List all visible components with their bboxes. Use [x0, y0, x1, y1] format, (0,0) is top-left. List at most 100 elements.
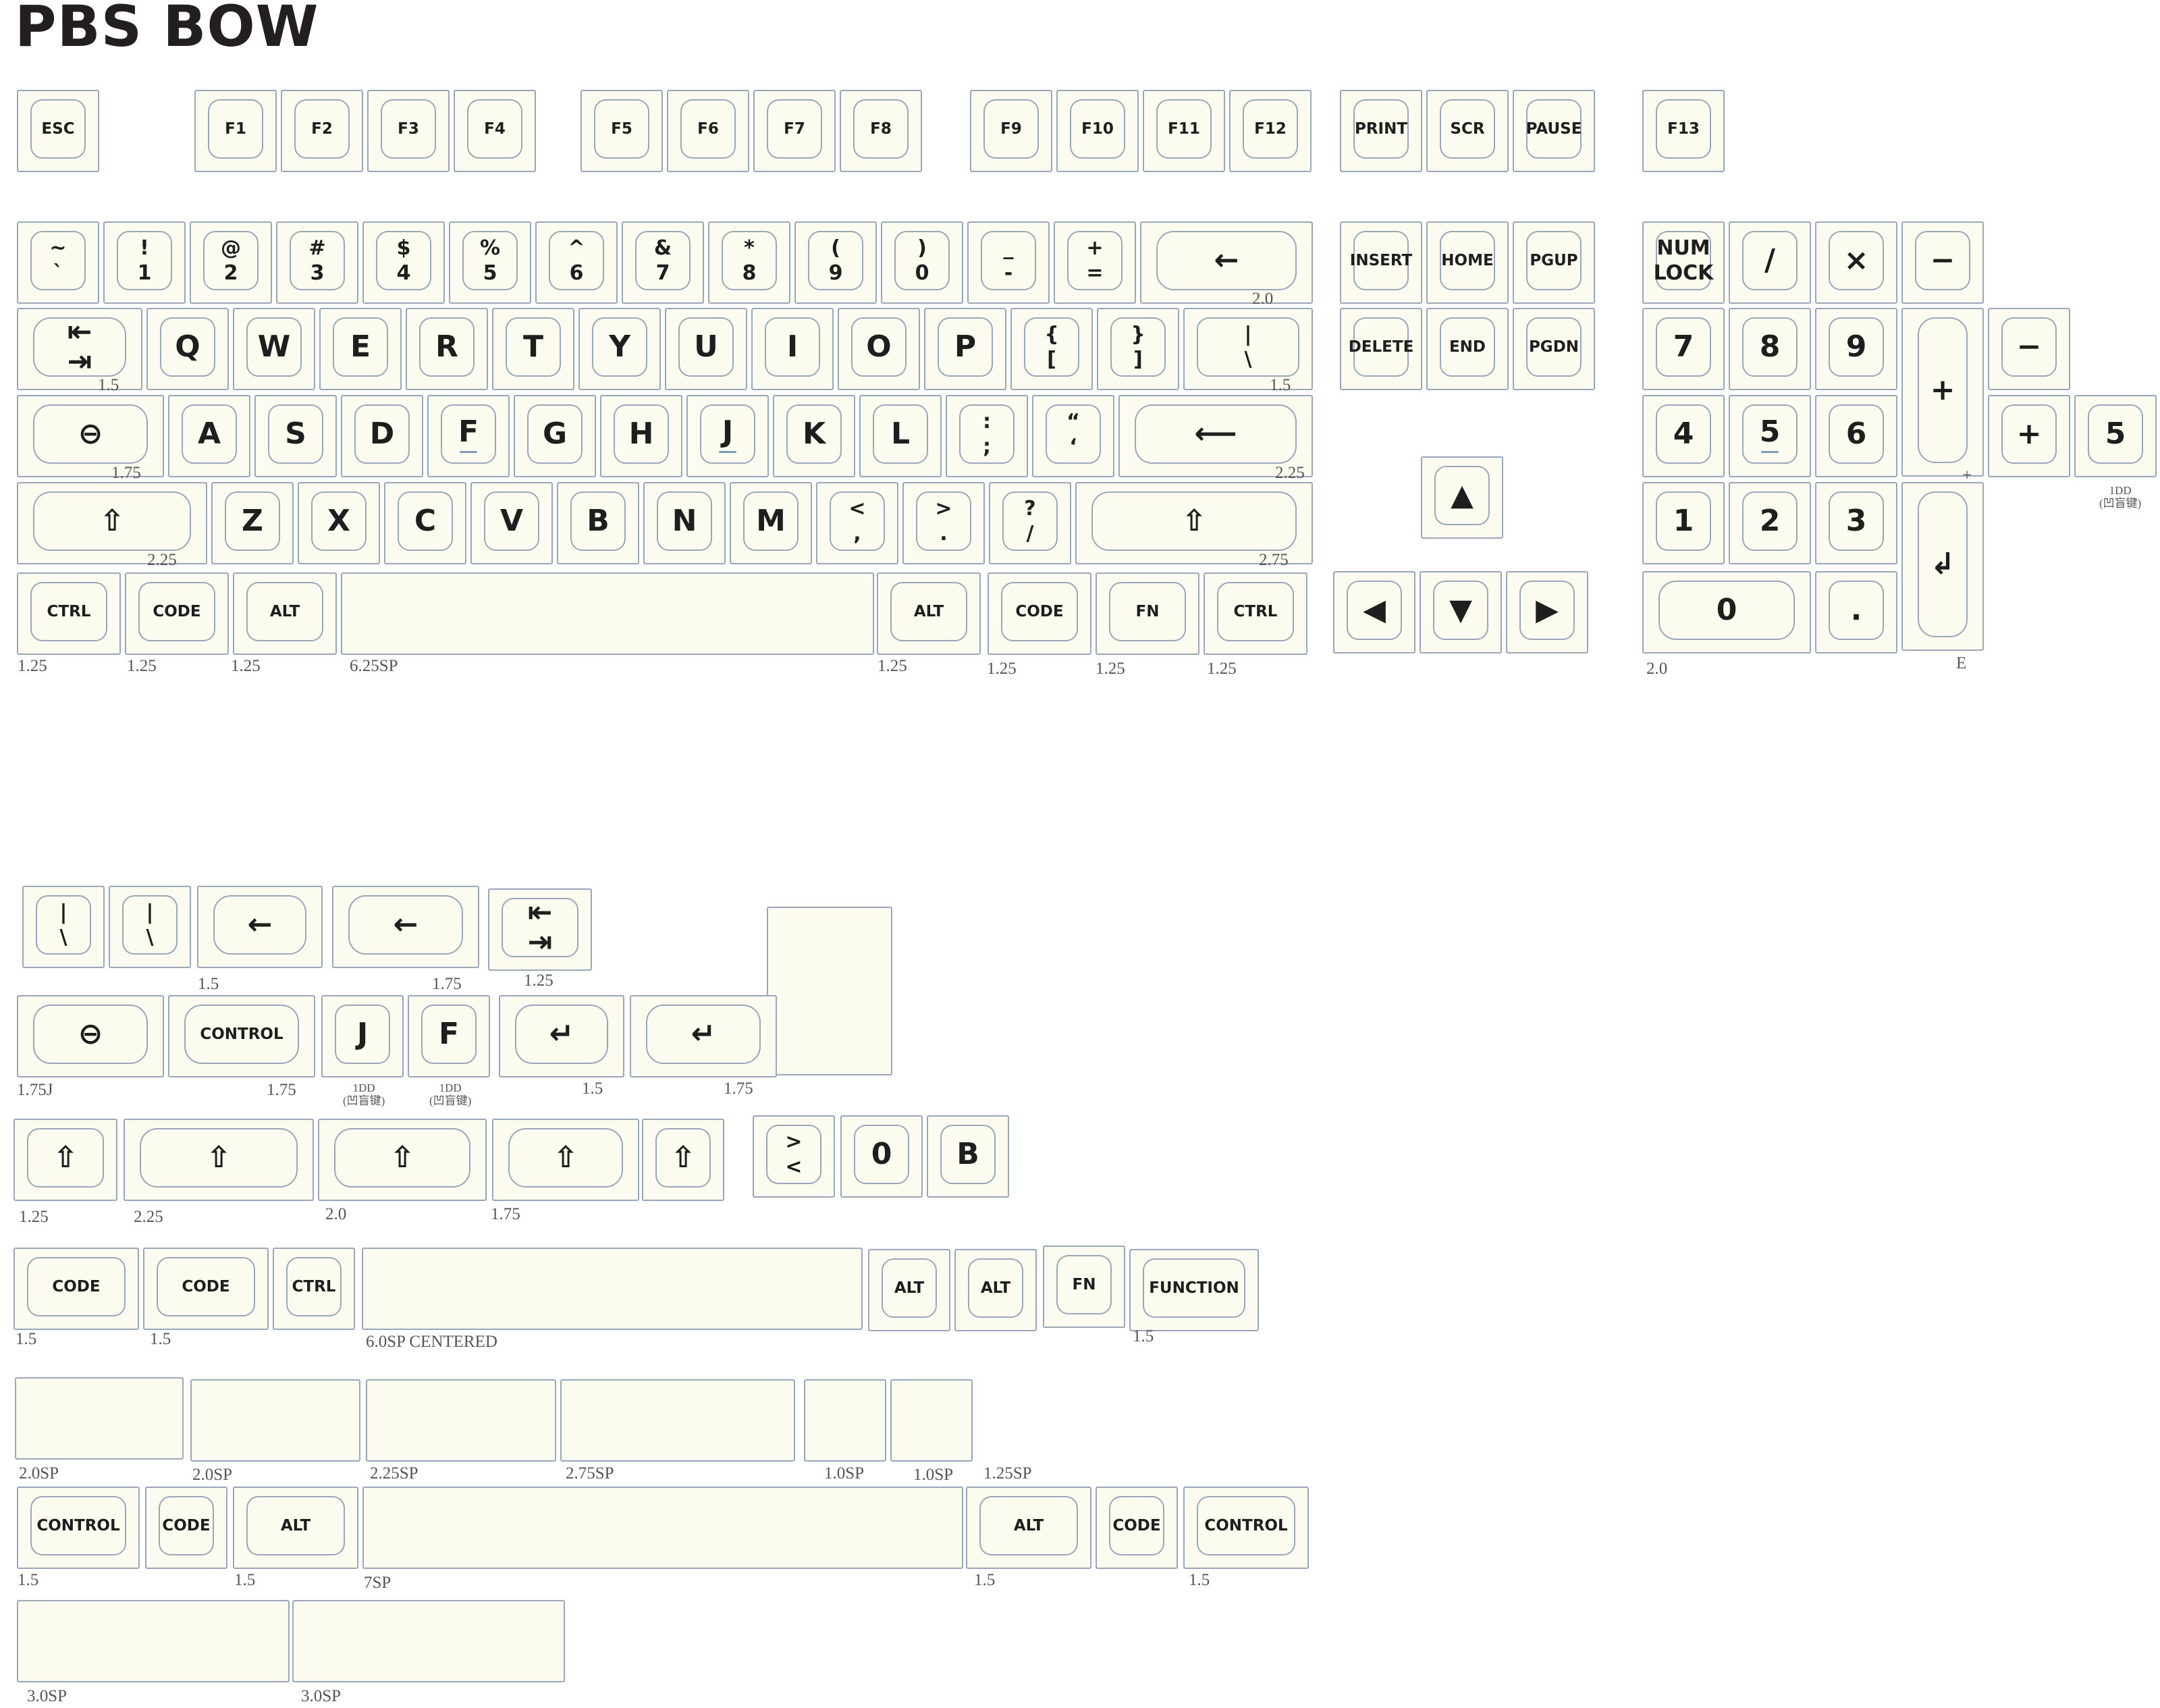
period-key[interactable]: . — [1815, 571, 1897, 653]
arrow-left-key[interactable]: ◀ — [1333, 571, 1415, 653]
pgup-key[interactable]: PGUP — [1513, 221, 1595, 304]
l-key[interactable]: L — [859, 395, 942, 477]
d-key[interactable]: D — [341, 395, 423, 477]
2-key[interactable]: 2 — [1729, 482, 1811, 564]
plus-key-2[interactable]: + — [1901, 308, 1984, 477]
5-key-2[interactable]: 5 — [2074, 395, 2157, 477]
e-key[interactable]: E — [319, 308, 402, 390]
lparen-key[interactable]: (9 — [794, 221, 877, 304]
shift-key-7[interactable]: ⇧ — [642, 1119, 724, 1201]
t-key[interactable]: T — [492, 308, 574, 390]
w-key[interactable]: W — [233, 308, 315, 390]
colon-key[interactable]: :; — [946, 395, 1028, 477]
code-key-6[interactable]: CODE — [1096, 1487, 1178, 1569]
shift-key-4[interactable]: ⇧ — [124, 1119, 314, 1201]
arrow-right-key[interactable]: ▶ — [1506, 571, 1588, 653]
f11-key[interactable]: F11 — [1143, 90, 1225, 172]
f-key[interactable]: F — [427, 395, 510, 477]
dollar-key[interactable]: $4 — [362, 221, 445, 304]
alt-key-2[interactable]: ALT — [877, 572, 981, 655]
blank-spacebar-key-4[interactable] — [190, 1379, 360, 1462]
f13-key[interactable]: F13 — [1642, 90, 1725, 172]
f2-key[interactable]: F2 — [281, 90, 363, 172]
rbrace-key[interactable]: }] — [1097, 308, 1179, 390]
ctrl-key-3[interactable]: CTRL — [273, 1248, 355, 1330]
caret-key[interactable]: ^ 6 — [535, 221, 618, 304]
pipe-key[interactable]: | \ — [1183, 308, 1313, 390]
fn-key-2[interactable]: FN — [1043, 1246, 1125, 1328]
insert-key[interactable]: INSERT — [1340, 221, 1422, 304]
esc-key[interactable]: ESC — [17, 90, 99, 172]
fn-key[interactable]: FN — [1096, 572, 1199, 655]
f9-key[interactable]: F9 — [970, 90, 1052, 172]
7-key[interactable]: 7 — [1642, 308, 1725, 390]
g-key[interactable]: G — [514, 395, 596, 477]
control-key[interactable]: CONTROL — [168, 995, 315, 1077]
backspace-key-3[interactable]: ← — [332, 886, 479, 968]
underscore-key[interactable]: _ - — [967, 221, 1050, 304]
f1-key[interactable]: F1 — [194, 90, 277, 172]
m-key[interactable]: M — [730, 482, 812, 564]
alt-key[interactable]: ALT — [233, 572, 337, 655]
blank-spacebar-key-11[interactable] — [292, 1600, 565, 1682]
f3-key[interactable]: F3 — [367, 90, 450, 172]
backspace-key[interactable]: ← — [1140, 221, 1313, 304]
home-key[interactable]: HOME — [1426, 221, 1509, 304]
f12-key[interactable]: F12 — [1229, 90, 1312, 172]
s-key[interactable]: S — [254, 395, 337, 477]
alt-key-5[interactable]: ALT — [233, 1487, 358, 1569]
numpad-enter-key[interactable]: ↲ — [1901, 482, 1984, 651]
shift-key[interactable]: ⇧ — [17, 482, 207, 564]
end-key[interactable]: END — [1426, 308, 1509, 390]
asterisk-key[interactable]: * 8 — [708, 221, 790, 304]
5-key[interactable]: 5 — [1729, 395, 1811, 477]
0-key[interactable]: 0 — [1642, 571, 1811, 653]
pgdn-key[interactable]: PGDN — [1513, 308, 1595, 390]
0-key-2[interactable]: 0 — [840, 1115, 923, 1198]
j-key-2[interactable]: J — [321, 995, 404, 1077]
greater-key-2[interactable]: > < — [753, 1115, 835, 1198]
f7-key[interactable]: F7 — [753, 90, 836, 172]
alt-key-6[interactable]: ALT — [966, 1487, 1091, 1569]
9-key[interactable]: 9 — [1815, 308, 1897, 390]
c-key[interactable]: C — [384, 482, 466, 564]
code-key-5[interactable]: CODE — [145, 1487, 227, 1569]
enter-key-2[interactable]: ↵ — [499, 995, 624, 1077]
f-key-2[interactable]: F — [408, 995, 490, 1077]
j-key[interactable]: J — [686, 395, 769, 477]
shift-key-6[interactable]: ⇧ — [492, 1119, 639, 1201]
exclaim-key[interactable]: ! 1 — [103, 221, 186, 304]
alt-key-4[interactable]: ALT — [954, 1249, 1037, 1331]
caps-lock-key[interactable]: ⊖ — [17, 395, 164, 477]
lbrace-key[interactable]: {[ — [1010, 308, 1093, 390]
ampersand-key[interactable]: & 7 — [622, 221, 704, 304]
ctrl-key[interactable]: CTRL — [17, 572, 121, 655]
quote-key[interactable]: “‘ — [1032, 395, 1114, 477]
blank-spacebar-key-3[interactable] — [15, 1377, 184, 1460]
blank-spacebar-key-2[interactable] — [362, 1248, 863, 1330]
b-key[interactable]: B — [557, 482, 639, 564]
u-key[interactable]: U — [665, 308, 747, 390]
blank-spacebar-key-8[interactable] — [890, 1379, 973, 1462]
x-key[interactable]: X — [298, 482, 380, 564]
f8-key[interactable]: F8 — [840, 90, 922, 172]
arrow-up-key[interactable]: ▲ — [1421, 456, 1503, 539]
code-key-4[interactable]: CODE — [143, 1248, 269, 1330]
i-key[interactable]: I — [751, 308, 834, 390]
multiply-key[interactable]: × — [1815, 221, 1897, 304]
print-key[interactable]: PRINT — [1340, 90, 1422, 172]
blank-spacebar-key[interactable] — [341, 572, 874, 655]
r-key[interactable]: R — [406, 308, 488, 390]
f6-key[interactable]: F6 — [667, 90, 749, 172]
percent-key[interactable]: % 5 — [449, 221, 531, 304]
slash-key[interactable]: / — [1729, 221, 1811, 304]
delete-key[interactable]: DELETE — [1340, 308, 1422, 390]
less-key[interactable]: <, — [816, 482, 898, 564]
minus-key-2[interactable]: − — [1988, 308, 2070, 390]
1-key[interactable]: 1 — [1642, 482, 1725, 564]
at-key[interactable]: @2 — [190, 221, 272, 304]
a-key[interactable]: A — [168, 395, 250, 477]
control-key-3[interactable]: CONTROL — [1183, 1487, 1309, 1569]
k-key[interactable]: K — [773, 395, 855, 477]
f4-key[interactable]: F4 — [454, 90, 536, 172]
